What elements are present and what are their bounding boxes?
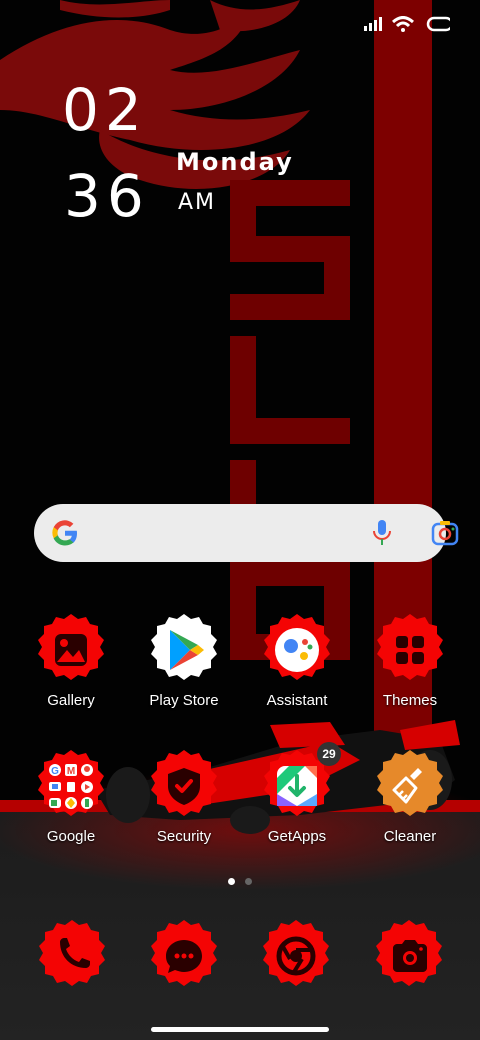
notification-badge: 29 (317, 742, 341, 766)
page-dot[interactable] (245, 878, 252, 885)
svg-text:G: G (51, 766, 59, 777)
messages-icon (151, 920, 217, 986)
themes-icon (372, 612, 448, 688)
google-search-bar[interactable] (34, 504, 459, 562)
app-themes[interactable]: Themes (354, 612, 466, 709)
app-label: GetApps (267, 828, 327, 845)
home-screen: 02 36 Monday AM Gallery Play Store Assis… (0, 0, 480, 1040)
camera-icon (376, 920, 442, 986)
page-indicator[interactable] (228, 878, 252, 885)
getapps-icon: 29 (259, 742, 341, 824)
app-assistant[interactable]: Assistant (241, 612, 353, 709)
battery-icon (426, 16, 450, 32)
app-google-folder[interactable]: G M Google (15, 748, 127, 845)
clock-ampm[interactable]: AM (178, 190, 216, 215)
app-gallery[interactable]: Gallery (15, 612, 127, 709)
clock-day[interactable]: Monday (176, 148, 294, 176)
app-play-store[interactable]: Play Store (128, 612, 240, 709)
phone-icon (39, 920, 105, 986)
dock-chrome[interactable] (258, 918, 334, 994)
lens-camera-icon[interactable] (430, 518, 460, 548)
signal-icon (364, 17, 382, 31)
security-icon (146, 748, 222, 824)
svg-text:M: M (67, 766, 75, 777)
app-label: Themes (382, 692, 438, 709)
dock-messages[interactable] (146, 918, 222, 994)
chrome-icon (263, 920, 329, 986)
app-label: Assistant (266, 692, 328, 709)
google-logo-icon (52, 520, 77, 546)
page-dot-active[interactable] (228, 878, 235, 885)
app-cleaner[interactable]: Cleaner (354, 748, 466, 845)
clock-hour[interactable]: 02 (62, 76, 148, 144)
assistant-icon (259, 612, 335, 688)
status-bar (364, 16, 450, 32)
clock-minute[interactable]: 36 (64, 162, 150, 230)
wallpaper-lettering (230, 180, 350, 660)
app-getapps[interactable]: 29 GetApps (241, 742, 353, 845)
app-label: Gallery (47, 692, 95, 709)
dock-camera[interactable] (371, 918, 447, 994)
app-label: Security (156, 828, 212, 845)
app-label: Play Store (149, 692, 219, 709)
gallery-icon (33, 612, 109, 688)
dock-phone[interactable] (34, 918, 110, 994)
wifi-icon (392, 16, 414, 32)
microphone-icon[interactable] (372, 518, 392, 548)
play-store-icon (146, 612, 222, 688)
cleaner-icon (372, 748, 448, 824)
app-label: Cleaner (383, 828, 437, 845)
gesture-nav-handle[interactable] (151, 1027, 329, 1032)
app-security[interactable]: Security (128, 748, 240, 845)
google-folder-icon: G M (33, 748, 109, 824)
app-label: Google (46, 828, 96, 845)
